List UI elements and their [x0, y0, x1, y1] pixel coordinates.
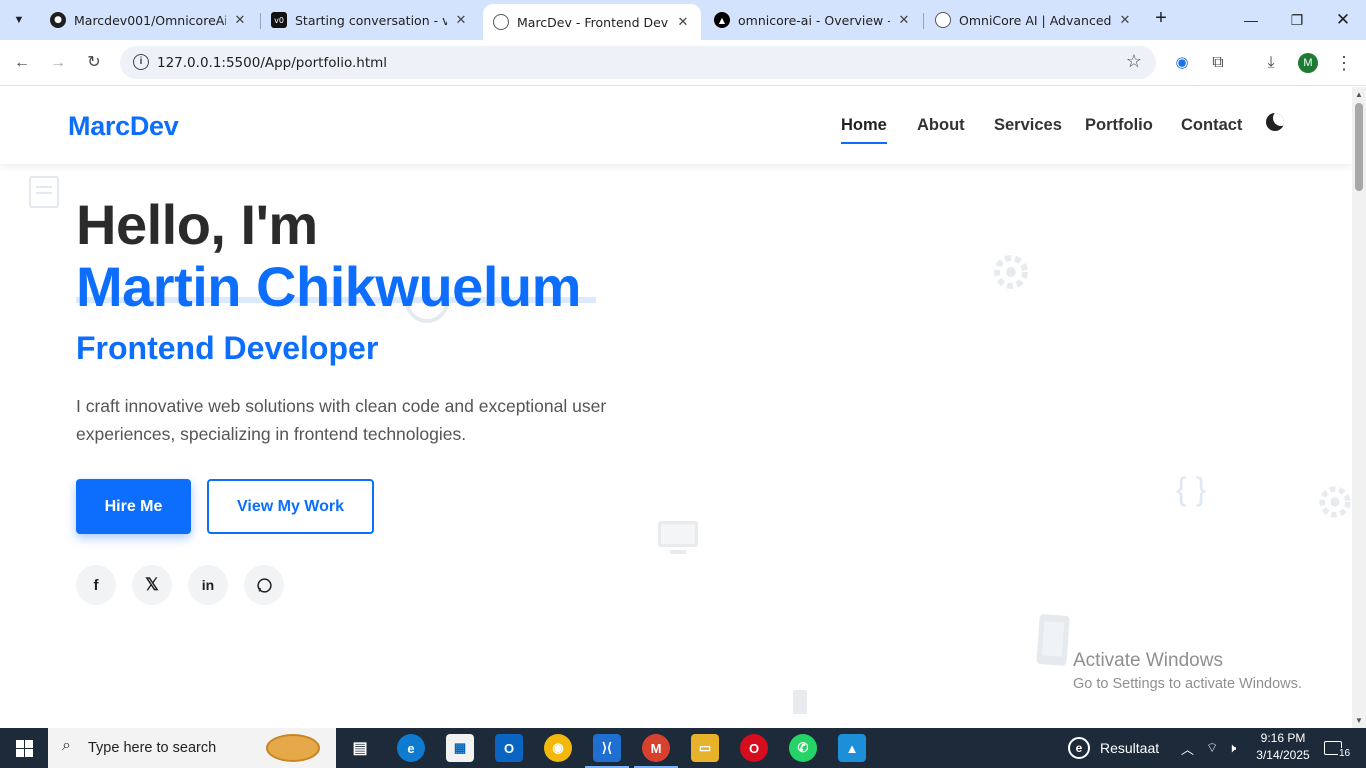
tab-search-button[interactable]: ▼: [6, 7, 32, 33]
close-window-icon[interactable]: ✕: [1331, 8, 1355, 32]
nav-portfolio[interactable]: Portfolio: [1085, 116, 1153, 135]
close-tab-icon[interactable]: ✕: [675, 15, 691, 30]
scroll-down-icon[interactable]: ▼: [1355, 716, 1363, 725]
forward-icon[interactable]: →: [47, 52, 69, 74]
tray-chevron-icon[interactable]: ︿: [1181, 728, 1194, 768]
puzzle-extensions-icon[interactable]: ⧉: [1207, 52, 1229, 74]
tab-omnicore[interactable]: OmniCore AI | Advanced Dat ✕: [925, 5, 1143, 35]
close-tab-icon[interactable]: ✕: [453, 13, 469, 28]
search-highlight-image: [266, 734, 320, 762]
chrome-profile-icon[interactable]: M: [634, 734, 678, 768]
dark-mode-moon-icon[interactable]: [1266, 113, 1284, 131]
minimize-icon[interactable]: —: [1239, 8, 1263, 32]
outlook-icon[interactable]: O: [495, 734, 523, 762]
vercel-icon: ▲: [714, 12, 730, 28]
windows-logo-icon: [15, 739, 33, 757]
site-info-icon[interactable]: i: [133, 54, 149, 70]
tab-v0[interactable]: v0 Starting conversation - v0 by ✕: [261, 5, 479, 35]
nav-contact[interactable]: Contact: [1181, 116, 1242, 135]
close-tab-icon[interactable]: ✕: [896, 13, 912, 28]
code-braces-icon: { }: [1176, 471, 1207, 507]
search-icon: ⌕: [62, 737, 71, 754]
globe-icon: [493, 14, 509, 30]
extension-icon[interactable]: ◉: [1171, 52, 1193, 74]
whatsapp-icon[interactable]: [244, 565, 284, 605]
address-bar[interactable]: i 127.0.0.1:5500/App/portfolio.html ☆: [120, 46, 1156, 79]
x-icon[interactable]: 𝕏: [132, 565, 172, 605]
tab-separator: [923, 13, 924, 29]
gear-icon: [994, 255, 1028, 289]
task-view-icon[interactable]: ▤: [346, 734, 374, 762]
tab-marcdev-active[interactable]: MarcDev - Frontend Develop ✕: [483, 4, 701, 40]
new-tab-button[interactable]: +: [1150, 8, 1172, 30]
vscode-icon[interactable]: ⟩⟨: [585, 734, 629, 768]
weather-widget[interactable]: e Resultaat: [1068, 728, 1159, 768]
gear-icon: [1319, 486, 1351, 518]
system-clock[interactable]: 9:16 PM 3/14/2025: [1256, 730, 1310, 764]
close-tab-icon[interactable]: ✕: [1117, 13, 1133, 28]
download-icon[interactable]: ⤓: [1260, 52, 1282, 74]
site-logo[interactable]: MarcDev: [68, 111, 179, 142]
file-explorer-icon[interactable]: ▭: [691, 734, 719, 762]
facebook-icon[interactable]: f: [76, 565, 116, 605]
whatsapp-app-icon[interactable]: ✆: [789, 734, 817, 762]
scroll-up-icon[interactable]: ▲: [1355, 90, 1363, 99]
hero-greeting: Hello, I'm: [76, 193, 318, 256]
nav-home[interactable]: Home: [841, 116, 887, 144]
restore-icon[interactable]: ❐: [1285, 8, 1309, 32]
v0-icon: v0: [271, 12, 287, 28]
start-button[interactable]: [0, 728, 48, 768]
site-navbar: MarcDev Home About Services Portfolio Co…: [0, 87, 1352, 164]
chevron-down-icon: ▼: [13, 14, 25, 26]
windows-taskbar: ⌕ Type here to search ▤ e ▦ O ◉ ⟩⟨ M ▭ O…: [0, 728, 1366, 768]
hero-role: Frontend Developer: [76, 330, 379, 366]
hero-name: Martin Chikwuelum: [76, 255, 581, 318]
weather-icon: e: [1068, 737, 1090, 759]
tab-strip: ▼ ● Marcdev001/OmnicoreAi ✕ v0 Starting …: [0, 0, 1366, 40]
chrome-icon[interactable]: ◉: [544, 734, 572, 762]
browser-toolbar: ← → ↻ i 127.0.0.1:5500/App/portfolio.htm…: [0, 40, 1366, 86]
notepad-icon: [29, 176, 59, 208]
scrollbar-thumb[interactable]: [1355, 103, 1363, 191]
close-tab-icon[interactable]: ✕: [232, 13, 248, 28]
wifi-icon[interactable]: ⌔: [1206, 728, 1218, 768]
mobile-phone-icon: [1036, 614, 1070, 666]
linkedin-icon[interactable]: in: [188, 565, 228, 605]
reload-icon[interactable]: ↻: [83, 52, 105, 74]
store-icon[interactable]: ▦: [446, 734, 474, 762]
photos-icon[interactable]: ▲: [838, 734, 866, 762]
profile-avatar[interactable]: M: [1298, 53, 1318, 73]
menu-kebab-icon[interactable]: ⋮: [1333, 52, 1355, 74]
github-icon: ●: [50, 12, 66, 28]
page-scrollbar[interactable]: ▲ ▼: [1352, 87, 1366, 728]
nav-about[interactable]: About: [917, 116, 965, 135]
globe-icon: [935, 12, 951, 28]
activate-windows-subtitle: Go to Settings to activate Windows.: [1073, 676, 1302, 692]
hero-description: I craft innovative web solutions with cl…: [76, 396, 607, 444]
taskbar-search[interactable]: ⌕ Type here to search: [48, 728, 336, 768]
notification-center[interactable]: 16: [1324, 728, 1352, 768]
edge-icon[interactable]: e: [397, 734, 425, 762]
tab-vercel[interactable]: ▲ omnicore-ai - Overview – Ve ✕: [704, 5, 922, 35]
nav-services[interactable]: Services: [994, 116, 1062, 135]
page-viewport: { } MarcDev Home About Services Portfoli…: [0, 87, 1352, 728]
small-phone-icon: [793, 690, 807, 714]
view-my-work-button[interactable]: View My Work: [207, 479, 374, 534]
monitor-icon: [658, 521, 698, 554]
back-icon[interactable]: ←: [11, 52, 33, 74]
bookmark-star-icon[interactable]: ☆: [1126, 51, 1142, 72]
tab-github[interactable]: ● Marcdev001/OmnicoreAi ✕: [40, 5, 258, 35]
hire-me-button[interactable]: Hire Me: [76, 479, 191, 534]
speaker-muted-icon[interactable]: 🕨: [1228, 728, 1236, 768]
activate-windows-title: Activate Windows: [1073, 650, 1223, 671]
opera-icon[interactable]: O: [740, 734, 768, 762]
